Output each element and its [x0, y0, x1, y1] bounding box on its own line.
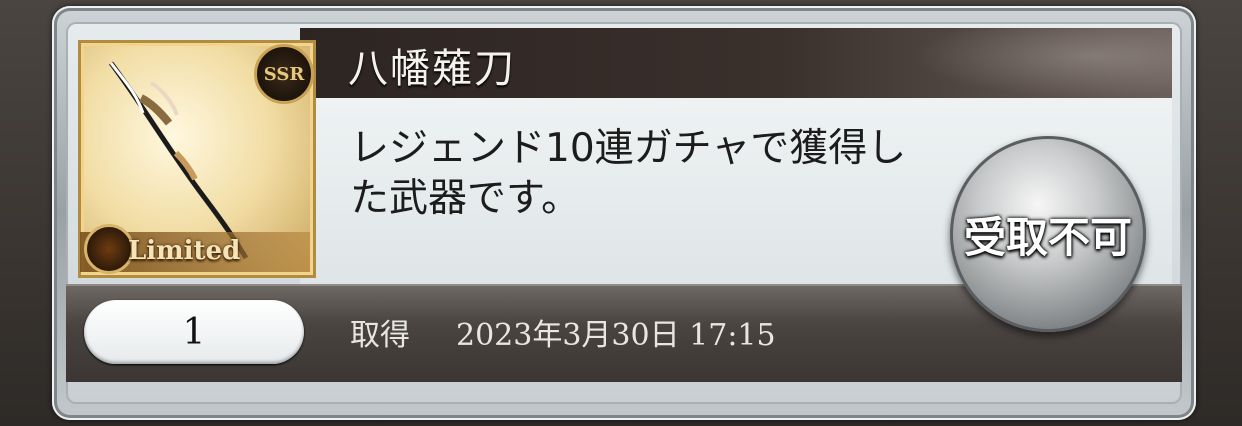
- quantity-badge: 1: [84, 300, 304, 364]
- limited-emblem-icon: [84, 224, 134, 274]
- item-description: レジェンド10連ガチャで獲得した武器です。: [350, 126, 907, 221]
- receive-button[interactable]: 受取不可: [950, 136, 1146, 332]
- butterfly-ornament-icon: [912, 28, 1172, 98]
- receive-button-label: 受取不可: [963, 212, 1132, 262]
- acquired-label: 取得: [350, 318, 410, 353]
- item-name: 八幡薙刀: [348, 46, 516, 92]
- rarity-badge: SSR: [254, 44, 314, 104]
- acquired-datetime: 2023年3月30日 17:15: [456, 318, 776, 353]
- limited-label: Limited: [128, 236, 241, 266]
